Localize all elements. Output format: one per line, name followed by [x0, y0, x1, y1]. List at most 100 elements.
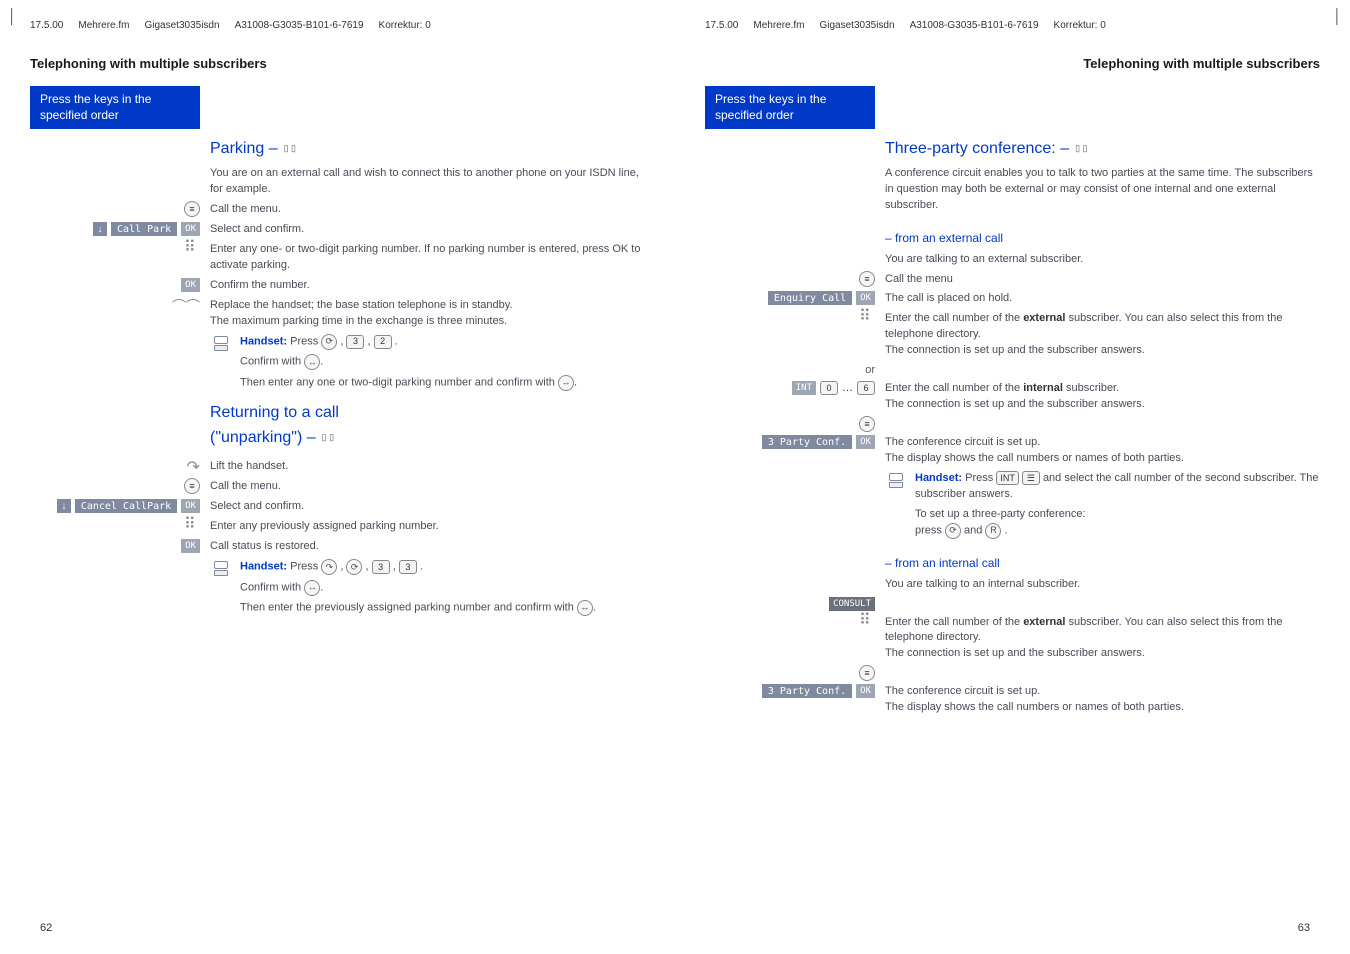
phonebook-icon: ☰ [1022, 471, 1040, 485]
confirm-icon: ↔ [577, 600, 593, 616]
conference-intro: A conference circuit enables you to talk… [885, 166, 1320, 214]
handset-block: Handset: Press INT ☰ and select the call… [915, 471, 1320, 539]
keypad-icon [859, 310, 875, 326]
lift-handset: Lift the handset. [210, 457, 645, 477]
header-docid: A31008-G3035-B101-6-7619 [235, 20, 364, 31]
header-file: Mehrere.fm [78, 20, 129, 31]
menu-3party-conf: 3 Party Conf. [762, 684, 852, 698]
key-6: 6 [857, 381, 875, 395]
ok-tag: OK [181, 499, 200, 513]
instruction-box: Press the keys in the specified order [30, 86, 200, 129]
handset-label: Handset: [915, 472, 962, 484]
right-content: Press the keys in the specified order Th… [705, 86, 1320, 718]
menu-3party-conf: 3 Party Conf. [762, 435, 852, 449]
menu-call-park: Call Park [111, 222, 177, 236]
base-handset-icons: ▯ ▯ [284, 142, 296, 155]
confirm-number: Confirm the number. [210, 276, 645, 296]
ok-tag: OK [181, 222, 200, 236]
select-confirm: Select and confirm. [210, 220, 645, 240]
replace-handset: Replace the handset; the base station te… [210, 296, 645, 332]
menu-icon: ≡ [184, 478, 200, 494]
header-model: Gigaset3035isdn [145, 20, 220, 31]
header-correction: Korrektur: 0 [379, 20, 431, 31]
returning-heading: Returning to a call [210, 401, 645, 424]
confirm-icon: ↔ [304, 354, 320, 370]
confirm-icon: ↔ [304, 580, 320, 596]
key-2: 2 [374, 335, 392, 349]
call-restored: Call status is restored. [210, 537, 645, 557]
select-confirm: Select and confirm. [210, 497, 645, 517]
lift-handset-icon: ↷ [187, 457, 200, 477]
handset-label: Handset: [240, 335, 287, 347]
header-correction: Korrektur: 0 [1054, 20, 1106, 31]
call-menu: Call the menu [885, 270, 1320, 290]
page-header-left: 17.5.00 Mehrere.fm Gigaset3035isdn A3100… [30, 20, 645, 31]
conference-heading: Three-party conference: – ▯ ▯ [885, 137, 1320, 160]
unparking-heading: ("unparking") – ▯ ▯ [210, 426, 645, 449]
ok-tag: OK [856, 684, 875, 698]
header-model: Gigaset3035isdn [820, 20, 895, 31]
conf-setup-2: The conference circuit is set up. The di… [885, 682, 1320, 718]
from-external-heading: – from an external call [885, 230, 1320, 247]
menu-icon: ≡ [184, 201, 200, 217]
talking-external: You are talking to an external subscribe… [885, 252, 1320, 268]
call-menu-text: Call the menu. [210, 477, 645, 497]
handset-label: Handset: [240, 561, 287, 573]
talking-internal: You are talking to an internal subscribe… [885, 577, 1320, 593]
menu-cancel-callpark: Cancel CallPark [75, 499, 177, 513]
keypad-icon [184, 241, 200, 257]
base-handset-icons: ▯ ▯ [1075, 142, 1087, 155]
conf-setup: The conference circuit is set up. The di… [885, 433, 1320, 469]
menu-icon: ≡ [859, 665, 875, 681]
consult-label: CONSULT [829, 597, 875, 611]
call-menu-text: Call the menu. [210, 200, 645, 220]
or-label: or [865, 364, 875, 376]
keypad-icon [859, 614, 875, 630]
page-header-right: 17.5.00 Mehrere.fm Gigaset3035isdn A3100… [705, 20, 1320, 31]
section-title-left: Telephoning with multiple subscribers [30, 56, 645, 71]
redial-icon: ⟳ [346, 559, 362, 575]
header-date: 17.5.00 [705, 20, 738, 31]
base-station-icon [214, 561, 228, 576]
down-arrow-icon: ↓ [57, 499, 71, 513]
from-internal-heading: – from an internal call [885, 555, 1320, 572]
header-date: 17.5.00 [30, 20, 63, 31]
section-title-right: Telephoning with multiple subscribers [705, 56, 1320, 71]
page-spread: 17.5.00 Mehrere.fm Gigaset3035isdn A3100… [0, 0, 1350, 954]
parking-intro: You are on an external call and wish to … [210, 166, 645, 198]
handset-block: Handset: Press ⟳ , 3 , 2 . Confirm with … [240, 334, 645, 391]
ok-tag: OK [181, 278, 200, 292]
base-station-icon [889, 473, 903, 488]
ok-tag: OK [856, 435, 875, 449]
down-arrow-icon: ↓ [93, 222, 107, 236]
menu-enquiry-call: Enquiry Call [768, 291, 852, 305]
parking-heading: Parking – ▯ ▯ [210, 137, 645, 160]
enter-external-2: Enter the call number of the external su… [885, 613, 1320, 665]
instruction-box: Press the keys in the specified order [705, 86, 875, 129]
key-3: 3 [372, 560, 390, 574]
r-key-icon: R [985, 523, 1001, 539]
left-page: 17.5.00 Mehrere.fm Gigaset3035isdn A3100… [0, 0, 675, 954]
ok-tag: OK [181, 539, 200, 553]
confirm-icon: ↔ [558, 375, 574, 391]
base-station-icon [214, 336, 228, 351]
menu-icon: ≡ [859, 271, 875, 287]
talk-icon: ↷ [321, 559, 337, 575]
page-number-right: 63 [1298, 922, 1310, 934]
page-number-left: 62 [40, 922, 52, 934]
redial-icon: ⟳ [945, 523, 961, 539]
redial-icon: ⟳ [321, 334, 337, 350]
base-handset-icons: ▯ ▯ [322, 431, 334, 444]
key-3: 3 [399, 560, 417, 574]
key-int: INT [996, 471, 1019, 485]
ok-tag: OK [856, 291, 875, 305]
left-content: Press the keys in the specified order Pa… [30, 86, 645, 618]
on-hold: The call is placed on hold. [885, 289, 1320, 309]
key-0: 0 [820, 381, 838, 395]
key-3: 3 [346, 335, 364, 349]
header-docid: A31008-G3035-B101-6-7619 [910, 20, 1039, 31]
enter-internal: Enter the call number of the internal su… [885, 379, 1320, 415]
enter-park-num: Enter any one- or two-digit parking numb… [210, 240, 645, 276]
right-page: 17.5.00 Mehrere.fm Gigaset3035isdn A3100… [675, 0, 1350, 954]
keypad-icon [184, 518, 200, 534]
